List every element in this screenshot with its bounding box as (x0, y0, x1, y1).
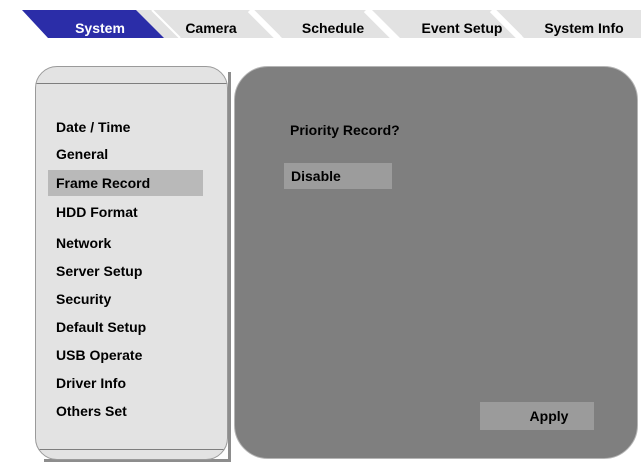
sidebar-item-security[interactable]: Security (48, 286, 203, 312)
sidebar-item-network[interactable]: Network (48, 230, 203, 256)
sidebar-item-server-setup[interactable]: Server Setup (48, 258, 203, 284)
sidebar-item-driver-info[interactable]: Driver Info (48, 370, 203, 396)
sidebar-item-general[interactable]: General (48, 141, 203, 167)
sidebar-divider-top (36, 83, 227, 84)
sidebar-item-default-setup[interactable]: Default Setup (48, 314, 203, 340)
sidebar-shadow (228, 72, 231, 462)
tab-system-info[interactable]: System Info (534, 20, 634, 36)
tab-schedule[interactable]: Schedule (290, 20, 376, 36)
sidebar-item-usb-operate[interactable]: USB Operate (48, 342, 203, 368)
content-panel: Priority Record? Disable Apply (234, 66, 638, 459)
page-title: Priority Record? (290, 122, 400, 138)
priority-record-select[interactable]: Disable (284, 163, 392, 189)
sidebar-item-others-set[interactable]: Others Set (48, 398, 203, 424)
sidebar-item-frame-record[interactable]: Frame Record (48, 170, 203, 196)
tab-camera[interactable]: Camera (172, 20, 250, 36)
tab-system[interactable]: System (56, 20, 144, 36)
sidebar: Date / Time General Frame Record HDD For… (35, 66, 228, 460)
sidebar-item-date-time[interactable]: Date / Time (48, 114, 203, 140)
tab-event-setup[interactable]: Event Setup (412, 20, 512, 36)
sidebar-divider-bottom (36, 449, 227, 450)
tab-bar: System Camera Schedule Event Setup Syste… (0, 0, 641, 44)
apply-button[interactable]: Apply (480, 402, 594, 430)
sidebar-item-hdd-format[interactable]: HDD Format (48, 199, 203, 225)
